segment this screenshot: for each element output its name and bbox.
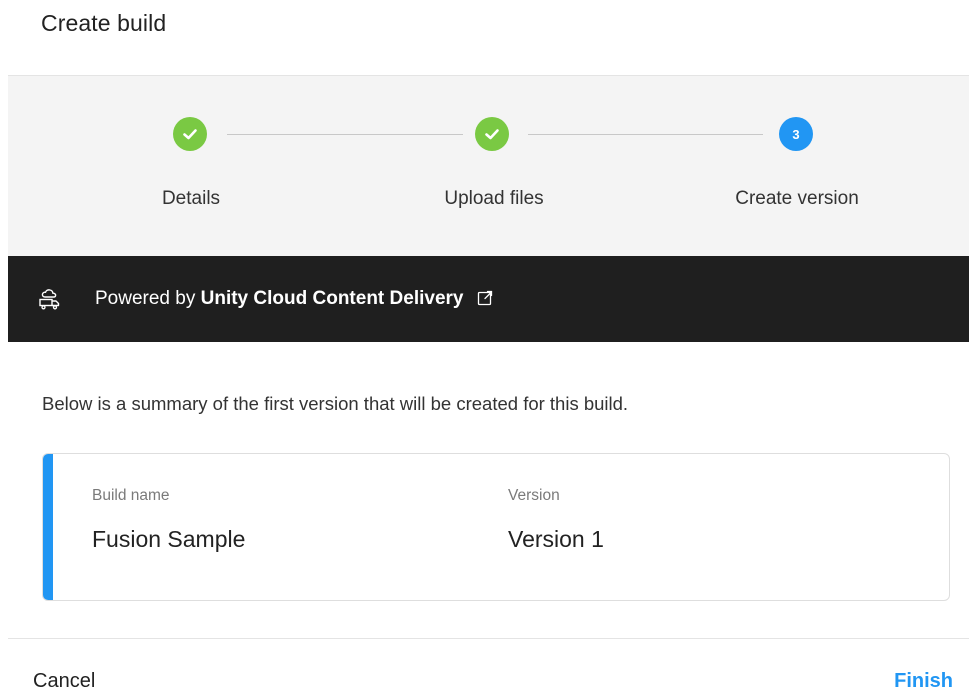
cancel-button[interactable]: Cancel: [33, 670, 95, 693]
version-summary-card: Build name Fusion Sample Version Version…: [42, 453, 950, 601]
build-name-label: Build name: [92, 487, 170, 504]
version-value: Version 1: [508, 526, 604, 552]
dialog-title: Create build: [41, 10, 167, 36]
finish-button[interactable]: Finish: [894, 670, 953, 693]
step-label-upload-files: Upload files: [444, 188, 544, 209]
step-label-create-version: Create version: [735, 188, 859, 209]
step-label-details: Details: [161, 188, 221, 209]
version-label: Version: [508, 487, 560, 504]
build-name-value: Fusion Sample: [92, 526, 246, 552]
powered-by-text: Powered by Unity Cloud Content Delivery: [95, 288, 493, 310]
cloud-delivery-icon: [39, 289, 60, 310]
check-icon: [183, 129, 197, 140]
stepper: 3 Details Upload files Create version: [8, 76, 969, 256]
step-create-version-active-indicator: 3: [779, 117, 813, 151]
card-accent-bar: [43, 454, 53, 600]
summary-intro-text: Below is a summary of the first version …: [42, 393, 629, 414]
powered-by-banner: Powered by Unity Cloud Content Delivery: [8, 256, 969, 342]
step-connector: [528, 134, 763, 135]
powered-by-prefix: Powered by: [95, 288, 196, 309]
unity-cloud-content-delivery-link[interactable]: Unity Cloud Content Delivery: [201, 288, 464, 309]
external-link-icon[interactable]: [477, 290, 493, 306]
footer-divider: [8, 638, 969, 639]
check-icon: [485, 129, 499, 140]
step-upload-complete-indicator: [475, 117, 509, 151]
step-connector: [227, 134, 463, 135]
step-details-complete-indicator: [173, 117, 207, 151]
